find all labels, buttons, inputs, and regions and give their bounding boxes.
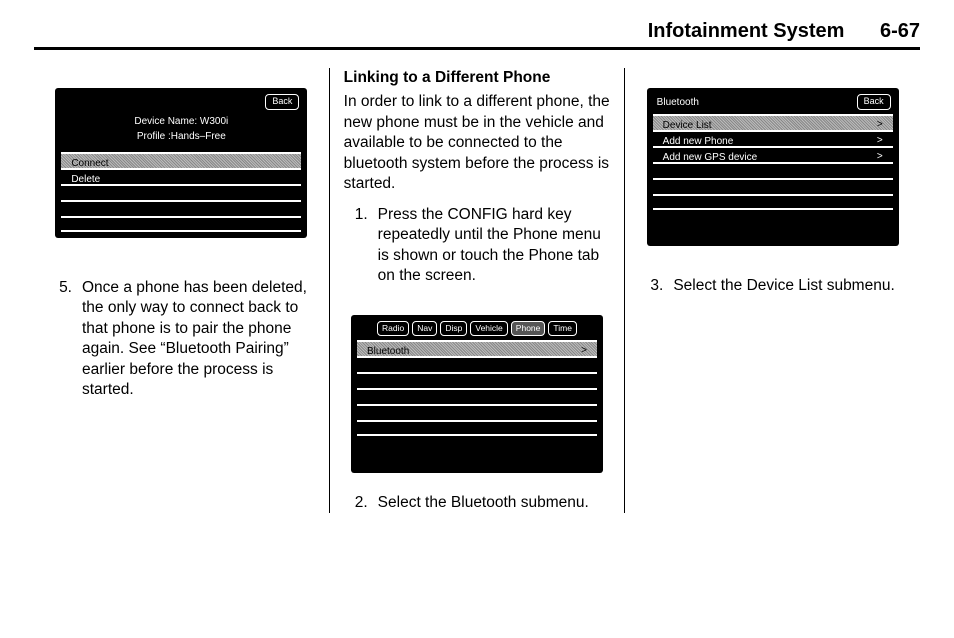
step-number: 2. — [344, 493, 378, 513]
list-item-empty — [653, 178, 893, 194]
columns: Back Device Name: W300i Profile :Hands–F… — [34, 68, 920, 513]
list-item-empty — [357, 356, 597, 372]
step-number: 1. — [344, 205, 378, 287]
screen-device-options: Back Device Name: W300i Profile :Hands–F… — [55, 88, 307, 238]
list-item-empty — [357, 420, 597, 436]
manual-page: Infotainment System 6-67 Back Device Nam… — [0, 0, 954, 533]
step-text: Select the Device List submenu. — [673, 276, 906, 296]
profile-label: Profile :Hands–Free — [61, 129, 301, 144]
list-item-delete[interactable]: Delete — [61, 168, 301, 184]
list-item-bluetooth[interactable]: Bluetooth > — [357, 340, 597, 356]
page-header: Infotainment System 6-67 — [34, 20, 920, 50]
column-2: Linking to a Different Phone In order to… — [329, 68, 625, 513]
screen-config-menu: Radio Nav Disp Vehicle Phone Time Blueto… — [351, 315, 603, 473]
device-name-label: Device Name: W300i — [61, 114, 301, 129]
list-item-empty — [61, 216, 301, 232]
list-item-empty — [357, 372, 597, 388]
phone-menu-list: Bluetooth > — [357, 340, 597, 436]
column-1: Back Device Name: W300i Profile :Hands–F… — [34, 68, 329, 513]
list-item-empty — [61, 184, 301, 200]
config-tabs: Radio Nav Disp Vehicle Phone Time — [357, 321, 597, 336]
step-text: Press the CONFIG hard key repeatedly unt… — [378, 205, 611, 287]
bluetooth-menu-list: Device List > Add new Phone > Add new GP… — [653, 114, 893, 210]
list-item-empty — [61, 200, 301, 216]
step-number: 5. — [48, 278, 82, 401]
tab-phone[interactable]: Phone — [511, 321, 546, 336]
option-list: Connect Delete — [61, 152, 301, 232]
step-text: Select the Bluetooth submenu. — [378, 493, 611, 513]
column-3: Bluetooth Back Device List > Add new Pho… — [624, 68, 920, 513]
tab-nav[interactable]: Nav — [412, 321, 437, 336]
page-number: 6-67 — [880, 20, 920, 43]
intro-paragraph: In order to link to a different phone, t… — [344, 92, 611, 194]
tab-time[interactable]: Time — [548, 321, 577, 336]
screen-title: Bluetooth — [657, 96, 699, 109]
step-number: 3. — [639, 276, 673, 296]
tab-vehicle[interactable]: Vehicle — [470, 321, 507, 336]
screen-bluetooth-menu: Bluetooth Back Device List > Add new Pho… — [647, 88, 899, 246]
section-title: Infotainment System — [648, 20, 845, 43]
list-item-add-gps[interactable]: Add new GPS device > — [653, 146, 893, 162]
tab-radio[interactable]: Radio — [377, 321, 409, 336]
list-item-connect[interactable]: Connect — [61, 152, 301, 168]
step-text: Once a phone has been deleted, the only … — [82, 278, 315, 401]
device-info: Device Name: W300i Profile :Hands–Free — [61, 114, 301, 144]
list-item-empty — [357, 388, 597, 404]
back-button[interactable]: Back — [265, 94, 299, 110]
back-button[interactable]: Back — [857, 94, 891, 110]
subsection-heading: Linking to a Different Phone — [344, 68, 611, 88]
step-2: 2. Select the Bluetooth submenu. — [344, 493, 611, 513]
list-item-add-phone[interactable]: Add new Phone > — [653, 130, 893, 146]
list-item-device-list[interactable]: Device List > — [653, 114, 893, 130]
list-item-empty — [653, 162, 893, 178]
step-1: 1. Press the CONFIG hard key repeatedly … — [344, 205, 611, 287]
step-3: 3. Select the Device List submenu. — [639, 276, 906, 296]
list-item-empty — [357, 404, 597, 420]
list-item-empty — [653, 194, 893, 210]
tab-disp[interactable]: Disp — [440, 321, 467, 336]
step-5: 5. Once a phone has been deleted, the on… — [48, 278, 315, 401]
